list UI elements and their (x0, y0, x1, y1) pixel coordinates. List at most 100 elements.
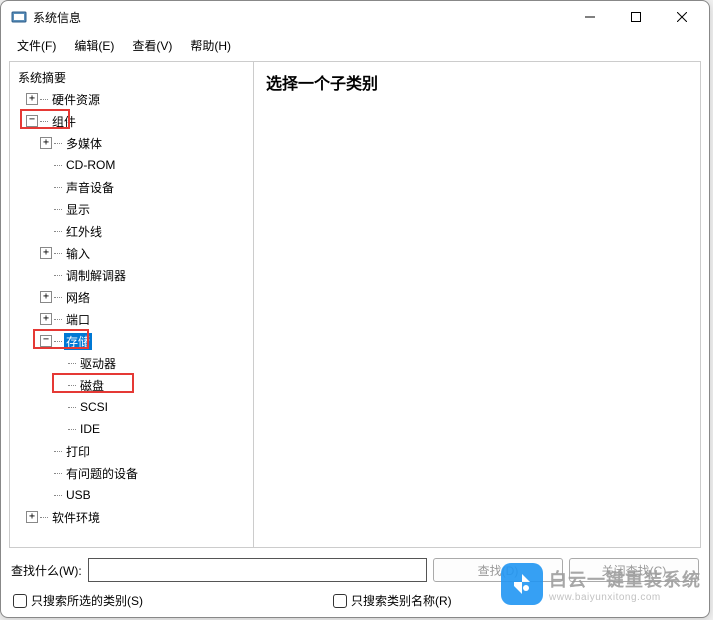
spacer (54, 423, 66, 435)
tree-label: 组件 (50, 113, 78, 130)
tree-label: 多媒体 (64, 135, 104, 152)
maximize-button[interactable] (613, 2, 659, 32)
tree-connector (54, 209, 62, 210)
tree-item-input[interactable]: 输入 (12, 242, 251, 264)
tree-connector (68, 385, 76, 386)
tree-item-usb[interactable]: USB (12, 484, 251, 506)
tree-item-problem[interactable]: 有问题的设备 (12, 462, 251, 484)
tree-label: 红外线 (64, 223, 104, 240)
tree-connector (54, 341, 62, 342)
tree-item-printing[interactable]: 打印 (12, 440, 251, 462)
tree-connector (54, 275, 62, 276)
search-label: 查找什么(W): (11, 562, 82, 579)
tree-label: 显示 (64, 201, 92, 218)
tree-connector (68, 407, 76, 408)
tree-item-storage[interactable]: 存储 (12, 330, 251, 352)
tree-label: 网络 (64, 289, 92, 306)
checkbox-label: 只搜索类别名称(R) (351, 592, 452, 609)
titlebar-controls (567, 2, 705, 32)
search-options: 只搜索所选的类别(S) 只搜索类别名称(R) (11, 592, 699, 609)
spacer (40, 467, 52, 479)
spacer (40, 181, 52, 193)
find-button[interactable]: 查找(D) (433, 558, 563, 582)
checkbox-label: 只搜索所选的类别(S) (31, 592, 143, 609)
tree-connector (54, 473, 62, 474)
tree-connector (54, 165, 62, 166)
spacer (40, 203, 52, 215)
menu-view[interactable]: 查看(V) (124, 35, 180, 56)
checkbox-only-names[interactable]: 只搜索类别名称(R) (333, 592, 452, 609)
close-find-button[interactable]: 关闭查找(C) (569, 558, 699, 582)
tree-connector (40, 517, 48, 518)
tree-connector (40, 121, 48, 122)
window-title: 系统信息 (33, 9, 567, 26)
tree-label: 调制解调器 (64, 267, 128, 284)
spacer (40, 489, 52, 501)
spacer (54, 401, 66, 413)
close-button[interactable] (659, 2, 705, 32)
spacer (54, 357, 66, 369)
expand-icon[interactable] (26, 511, 38, 523)
tree-label: 磁盘 (78, 377, 106, 394)
tree-item-scsi[interactable]: SCSI (12, 396, 251, 418)
spacer (40, 269, 52, 281)
tree-connector (54, 297, 62, 298)
content-area: 系统摘要 硬件资源 组件 多媒体 CD-ROM 声音设备 (9, 61, 701, 548)
tree-item-components[interactable]: 组件 (12, 110, 251, 132)
tree-item-summary[interactable]: 系统摘要 (12, 66, 251, 88)
menu-file[interactable]: 文件(F) (9, 35, 64, 56)
tree-connector (68, 363, 76, 364)
tree-connector (54, 187, 62, 188)
tree-item-software[interactable]: 软件环境 (12, 506, 251, 528)
detail-heading: 选择一个子类别 (266, 70, 688, 94)
window: 系统信息 文件(F) 编辑(E) 查看(V) 帮助(H) 系统摘要 硬件资源 (0, 0, 710, 618)
expand-icon[interactable] (26, 93, 38, 105)
tree-item-multimedia[interactable]: 多媒体 (12, 132, 251, 154)
app-icon (11, 9, 27, 25)
tree-connector (68, 429, 76, 430)
tree-label: 软件环境 (50, 509, 102, 526)
tree-label: 系统摘要 (16, 69, 68, 86)
expand-icon[interactable] (40, 247, 52, 259)
search-area: 查找什么(W): 查找(D) 关闭查找(C) 只搜索所选的类别(S) 只搜索类别… (1, 552, 709, 617)
tree-connector (54, 319, 62, 320)
minimize-button[interactable] (567, 2, 613, 32)
tree-item-sound[interactable]: 声音设备 (12, 176, 251, 198)
collapse-icon[interactable] (40, 335, 52, 347)
tree-label: 打印 (64, 443, 92, 460)
expand-icon[interactable] (40, 313, 52, 325)
spacer (40, 225, 52, 237)
tree-label: 硬件资源 (50, 91, 102, 108)
menu-help[interactable]: 帮助(H) (182, 35, 239, 56)
tree-label: 输入 (64, 245, 92, 262)
checkbox-only-selected[interactable]: 只搜索所选的类别(S) (13, 592, 143, 609)
tree-item-ports[interactable]: 端口 (12, 308, 251, 330)
collapse-icon[interactable] (26, 115, 38, 127)
tree-item-network[interactable]: 网络 (12, 286, 251, 308)
spacer (40, 445, 52, 457)
checkbox-icon (333, 594, 347, 608)
tree-connector (54, 451, 62, 452)
titlebar: 系统信息 (1, 1, 709, 33)
tree-item-display[interactable]: 显示 (12, 198, 251, 220)
menu-edit[interactable]: 编辑(E) (66, 35, 122, 56)
tree-item-ide[interactable]: IDE (12, 418, 251, 440)
menubar: 文件(F) 编辑(E) 查看(V) 帮助(H) (1, 33, 709, 57)
expand-icon[interactable] (40, 137, 52, 149)
tree-label: 存储 (64, 333, 92, 350)
tree-item-disks[interactable]: 磁盘 (12, 374, 251, 396)
tree-item-cdrom[interactable]: CD-ROM (12, 154, 251, 176)
tree-connector (54, 253, 62, 254)
tree-item-drives[interactable]: 驱动器 (12, 352, 251, 374)
tree-item-hardware[interactable]: 硬件资源 (12, 88, 251, 110)
tree-item-infrared[interactable]: 红外线 (12, 220, 251, 242)
tree-label: 端口 (64, 311, 92, 328)
tree-connector (54, 231, 62, 232)
tree-connector (54, 495, 62, 496)
checkbox-icon (13, 594, 27, 608)
tree-panel[interactable]: 系统摘要 硬件资源 组件 多媒体 CD-ROM 声音设备 (10, 62, 254, 547)
expand-icon[interactable] (40, 291, 52, 303)
search-input[interactable] (88, 558, 427, 582)
tree-label: CD-ROM (64, 158, 117, 172)
tree-item-modem[interactable]: 调制解调器 (12, 264, 251, 286)
